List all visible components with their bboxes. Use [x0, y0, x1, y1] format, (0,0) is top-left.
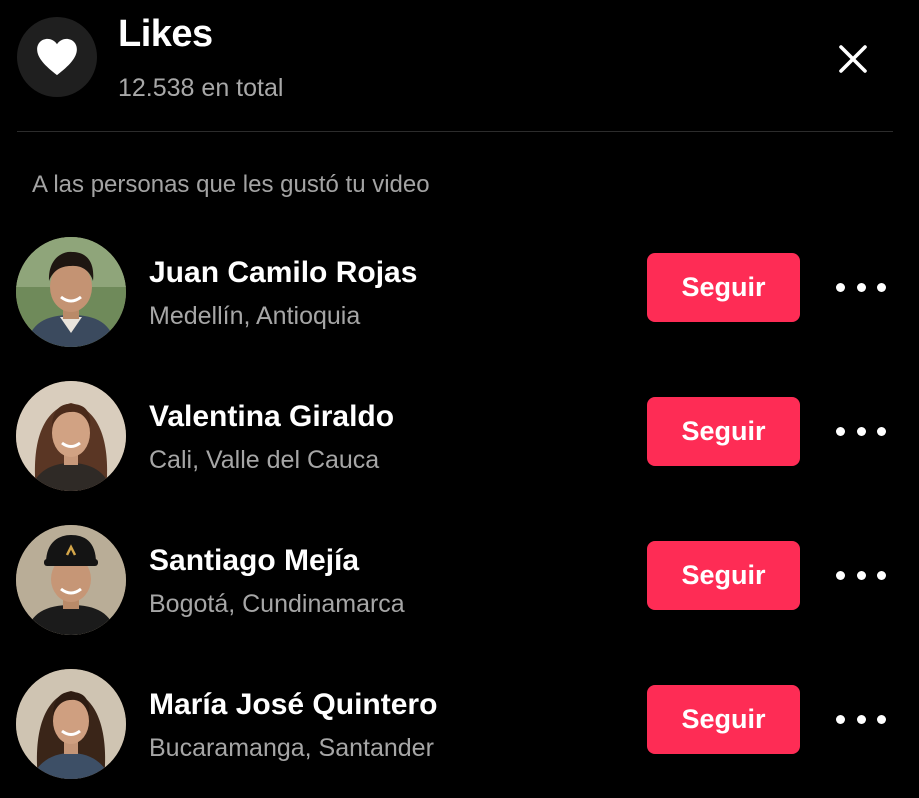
user-location: Medellín, Antioquia [149, 302, 361, 330]
header-divider [17, 131, 893, 132]
more-horizontal-icon [836, 714, 845, 724]
avatar-photo [16, 525, 126, 635]
section-label: A las personas que les gustó tu video [32, 171, 430, 198]
more-horizontal-icon [836, 282, 845, 292]
likes-total: 12.538 en total [118, 74, 284, 102]
heart-icon [37, 38, 77, 76]
follow-button[interactable]: Seguir [647, 541, 800, 610]
user-location: Bucaramanga, Santander [149, 734, 434, 762]
more-horizontal-icon [877, 282, 886, 292]
avatar-photo [16, 237, 126, 347]
user-row[interactable]: Juan Camilo Rojas Medellín, Antioquia Se… [0, 237, 919, 355]
heart-icon-badge [17, 17, 97, 97]
more-horizontal-icon [877, 714, 886, 724]
close-icon [839, 45, 867, 73]
follow-button[interactable]: Seguir [647, 685, 800, 754]
user-location: Cali, Valle del Cauca [149, 446, 380, 474]
avatar-photo [16, 669, 126, 779]
user-name[interactable]: María José Quintero [149, 686, 437, 724]
follow-button[interactable]: Seguir [647, 397, 800, 466]
avatar[interactable] [16, 669, 126, 779]
more-horizontal-icon [877, 570, 886, 580]
page-title: Likes [118, 13, 213, 55]
avatar-photo [16, 381, 126, 491]
likes-header: Likes 12.538 en total [0, 0, 919, 132]
more-horizontal-icon [856, 714, 866, 724]
more-horizontal-icon [856, 570, 866, 580]
more-horizontal-icon [836, 570, 845, 580]
avatar[interactable] [16, 381, 126, 491]
user-name[interactable]: Juan Camilo Rojas [149, 254, 417, 292]
avatar[interactable] [16, 237, 126, 347]
more-options-button[interactable] [836, 416, 886, 446]
more-horizontal-icon [877, 426, 886, 436]
user-name[interactable]: Santiago Mejía [149, 542, 359, 580]
user-location: Bogotá, Cundinamarca [149, 590, 405, 618]
more-horizontal-icon [856, 426, 866, 436]
more-horizontal-icon [856, 282, 866, 292]
more-options-button[interactable] [836, 560, 886, 590]
user-row[interactable]: Santiago Mejía Bogotá, Cundinamarca Segu… [0, 525, 919, 643]
avatar[interactable] [16, 525, 126, 635]
user-row[interactable]: Valentina Giraldo Cali, Valle del Cauca … [0, 381, 919, 499]
user-name[interactable]: Valentina Giraldo [149, 398, 394, 436]
more-options-button[interactable] [836, 272, 886, 302]
more-horizontal-icon [836, 426, 845, 436]
user-row[interactable]: María José Quintero Bucaramanga, Santand… [0, 669, 919, 787]
close-button[interactable] [832, 38, 874, 80]
follow-button[interactable]: Seguir [647, 253, 800, 322]
more-options-button[interactable] [836, 704, 886, 734]
